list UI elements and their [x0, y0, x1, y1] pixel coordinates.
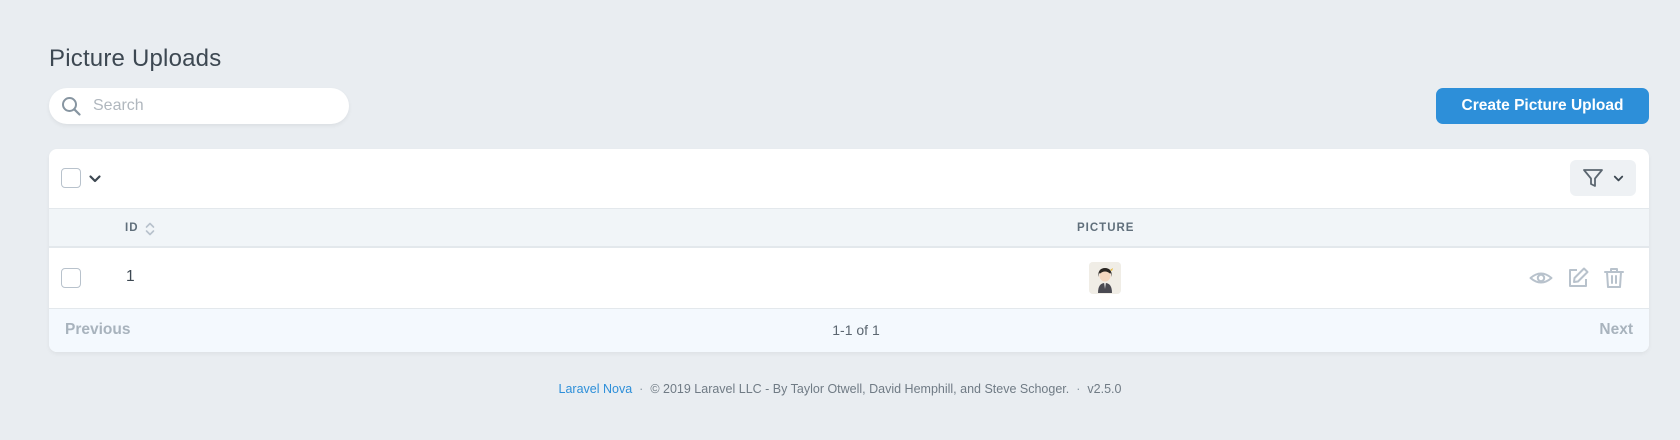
- create-picture-upload-button[interactable]: Create Picture Upload: [1436, 88, 1649, 124]
- page-title: Picture Uploads: [49, 45, 222, 72]
- filter-icon: [1583, 169, 1603, 187]
- search-input[interactable]: [93, 97, 333, 115]
- next-page-button[interactable]: Next: [1599, 321, 1633, 339]
- column-header-picture: PICTURE: [1077, 222, 1135, 234]
- select-all-checkbox[interactable]: [61, 168, 81, 188]
- row-id: 1: [126, 268, 135, 285]
- footer-version: v2.5.0: [1087, 382, 1122, 396]
- footer-copyright: © 2019 Laravel LLC - By Taylor Otwell, D…: [650, 382, 1070, 396]
- trash-icon[interactable]: [1602, 266, 1626, 290]
- pagination-info: 1-1 of 1: [832, 322, 880, 338]
- search-bar[interactable]: [49, 88, 349, 124]
- avatar-image: [1089, 262, 1121, 294]
- picture-thumbnail: [1089, 262, 1121, 294]
- eye-icon[interactable]: [1529, 266, 1553, 290]
- edit-icon[interactable]: [1566, 266, 1590, 290]
- table-toolbar: [49, 149, 1649, 208]
- footer-separator: ·: [639, 382, 644, 396]
- pagination: Previous 1-1 of 1 Next: [49, 309, 1649, 352]
- table-header: ID PICTURE: [49, 208, 1649, 248]
- footer-separator: ·: [1076, 382, 1081, 396]
- chevron-down-icon[interactable]: [87, 171, 103, 187]
- search-icon: [62, 97, 81, 116]
- laravel-nova-link[interactable]: Laravel Nova: [559, 382, 633, 396]
- sort-icon[interactable]: [144, 220, 156, 238]
- table-row: 1: [49, 248, 1649, 309]
- row-checkbox[interactable]: [61, 268, 81, 288]
- footer: Laravel Nova · © 2019 Laravel LLC - By Tay…: [0, 382, 1680, 396]
- filter-dropdown-button[interactable]: [1570, 160, 1636, 196]
- column-header-id[interactable]: ID: [125, 222, 139, 234]
- chevron-down-icon: [1613, 175, 1624, 182]
- resource-table-card: ID PICTURE 1 Previous 1-1 of 1 Next: [49, 149, 1649, 352]
